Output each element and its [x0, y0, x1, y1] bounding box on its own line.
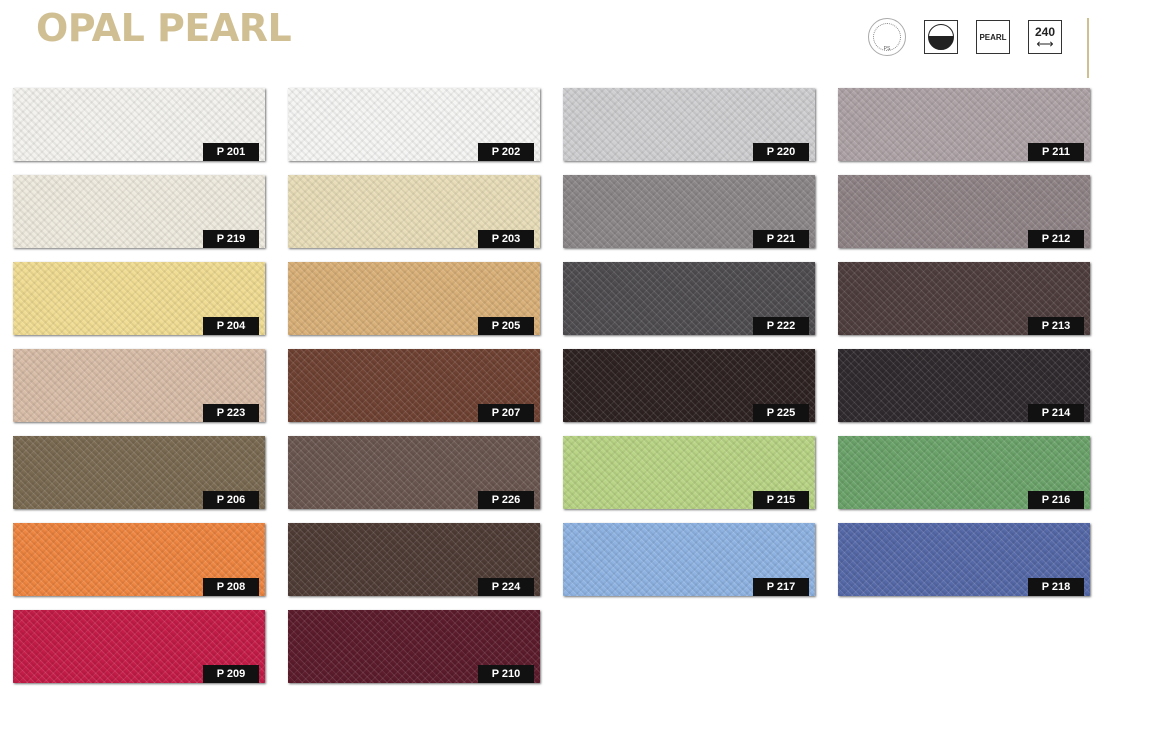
fabric-swatch: P 211: [838, 88, 1090, 161]
fabric-swatch: P 202: [288, 88, 540, 161]
swatch-code-label: P 206: [203, 491, 259, 509]
pearl-icon: PEARL: [976, 20, 1010, 54]
swatch-code-label: P 221: [753, 230, 809, 248]
fabric-swatch: P 207: [288, 349, 540, 422]
fabric-swatch: P 221: [563, 175, 815, 248]
fabric-swatch: P 213: [838, 262, 1090, 335]
fabric-swatch: P 214: [838, 349, 1090, 422]
swatch-code-label: P 217: [753, 578, 809, 596]
certificate-seal-text: PS: [883, 46, 891, 52]
swatch-code-label: P 222: [753, 317, 809, 335]
fabric-swatch: P 218: [838, 523, 1090, 596]
fabric-swatch: P 212: [838, 175, 1090, 248]
fabric-swatch: P 220: [563, 88, 815, 161]
swatch-code-label: P 202: [478, 143, 534, 161]
swatch-code-label: P 226: [478, 491, 534, 509]
fabric-swatch: P 210: [288, 610, 540, 683]
swatch-code-label: P 220: [753, 143, 809, 161]
fabric-swatch: P 203: [288, 175, 540, 248]
fabric-swatch: P 204: [13, 262, 265, 335]
swatch-code-label: P 205: [478, 317, 534, 335]
fabric-swatch: P 206: [13, 436, 265, 509]
swatch-code-label: P 213: [1028, 317, 1084, 335]
fabric-swatch: P 226: [288, 436, 540, 509]
swatch-code-label: P 201: [203, 143, 259, 161]
swatch-code-label: P 214: [1028, 404, 1084, 422]
fabric-swatch: P 223: [13, 349, 265, 422]
fabric-swatch: P 201: [13, 88, 265, 161]
width-icon: 240 ⟷: [1028, 20, 1062, 54]
swatch-code-label: P 216: [1028, 491, 1084, 509]
page-title: OPAL PEARL: [36, 6, 292, 50]
fabric-swatch: P 205: [288, 262, 540, 335]
swatch-code-label: P 223: [203, 404, 259, 422]
swatch-code-label: P 203: [478, 230, 534, 248]
swatch-code-label: P 225: [753, 404, 809, 422]
swatch-code-label: P 212: [1028, 230, 1084, 248]
accent-divider: [1087, 18, 1089, 78]
fabric-swatch: P 208: [13, 523, 265, 596]
fabric-swatch: P 225: [563, 349, 815, 422]
swatch-code-label: P 211: [1028, 143, 1084, 161]
dimout-icon: [924, 20, 958, 54]
swatch-code-label: P 210: [478, 665, 534, 683]
fabric-swatch: P 217: [563, 523, 815, 596]
swatch-code-label: P 208: [203, 578, 259, 596]
fabric-swatch: P 216: [838, 436, 1090, 509]
fabric-swatch: P 222: [563, 262, 815, 335]
pearl-label: PEARL: [979, 32, 1007, 42]
feature-icons: PS PEARL 240 ⟷: [868, 18, 1080, 56]
width-arrow-icon: ⟷: [1036, 36, 1054, 51]
swatch-code-label: P 209: [203, 665, 259, 683]
fabric-swatch: P 209: [13, 610, 265, 683]
swatch-code-label: P 207: [478, 404, 534, 422]
swatch-code-label: P 204: [203, 317, 259, 335]
fabric-swatch: P 219: [13, 175, 265, 248]
swatch-code-label: P 218: [1028, 578, 1084, 596]
swatch-code-label: P 219: [203, 230, 259, 248]
certificate-seal-icon: PS: [868, 18, 906, 56]
swatch-code-label: P 215: [753, 491, 809, 509]
half-circle-icon: [928, 24, 954, 50]
fabric-swatch: P 224: [288, 523, 540, 596]
swatch-catalog-page: OPAL PEARL PS PEARL 240 ⟷ P 201 P 202 P 22…: [0, 0, 1152, 746]
swatch-code-label: P 224: [478, 578, 534, 596]
fabric-swatch: P 215: [563, 436, 815, 509]
